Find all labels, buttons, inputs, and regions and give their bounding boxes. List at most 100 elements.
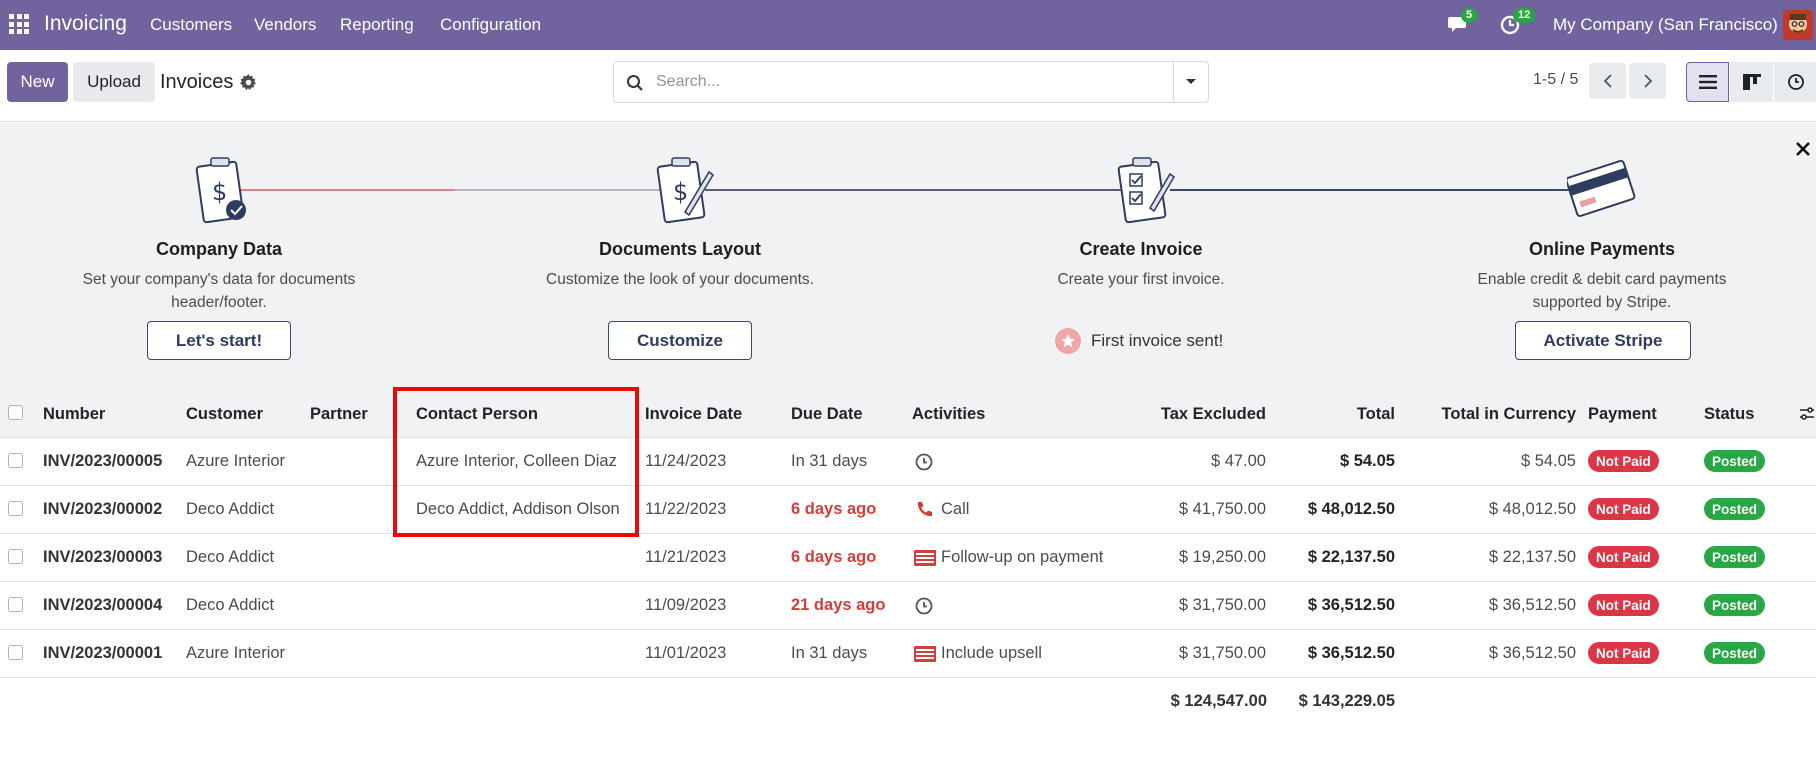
cell-total-in-currency: $ 48,012.50 bbox=[1488, 500, 1576, 518]
menu-vendors[interactable]: Vendors bbox=[254, 15, 316, 35]
app-name[interactable]: Invoicing bbox=[44, 12, 127, 36]
menu-configuration[interactable]: Configuration bbox=[440, 15, 541, 35]
step-description: Set your company's data for documents he… bbox=[82, 271, 356, 311]
clipboard-pen-icon: $ bbox=[655, 150, 725, 230]
menu-reporting[interactable]: Reporting bbox=[340, 15, 414, 35]
col-invoice-date[interactable]: Invoice Date bbox=[645, 405, 742, 424]
select-all-checkbox[interactable] bbox=[8, 405, 23, 420]
table-header: Number Customer Partner Contact Person I… bbox=[0, 390, 1816, 438]
cell-number: INV/2023/00004 bbox=[43, 596, 163, 614]
cell-customer: Azure Interior bbox=[186, 452, 286, 470]
menu-customers[interactable]: Customers bbox=[150, 15, 232, 35]
col-payment[interactable]: Payment bbox=[1588, 405, 1657, 424]
cell-invoice-date: 11/01/2023 bbox=[645, 644, 727, 662]
col-partner[interactable]: Partner bbox=[310, 405, 368, 424]
company-switcher[interactable]: My Company (San Francisco) bbox=[1553, 15, 1778, 35]
row-checkbox[interactable] bbox=[8, 597, 23, 612]
cell-total-in-currency: $ 36,512.50 bbox=[1488, 644, 1576, 662]
caret-down-icon bbox=[1186, 79, 1196, 84]
pager-next-button[interactable] bbox=[1629, 63, 1666, 99]
new-button[interactable]: New bbox=[7, 62, 68, 102]
cell-activity[interactable]: Follow-up on payment bbox=[941, 548, 1103, 567]
cell-contact-person: Deco Addict, Addison Olson bbox=[416, 500, 620, 518]
step-description: Create your first invoice. bbox=[1057, 271, 1225, 288]
search-icon bbox=[626, 74, 644, 92]
step-title: Documents Layout bbox=[598, 239, 762, 259]
col-number[interactable]: Number bbox=[43, 405, 105, 424]
table-totals-row: $ 124,547.00 $ 143,229.05 bbox=[0, 678, 1816, 726]
pager-previous-button[interactable] bbox=[1589, 63, 1626, 99]
table-row[interactable]: INV/2023/00001 Azure Interior 11/01/2023 In… bbox=[0, 630, 1816, 678]
row-checkbox[interactable] bbox=[8, 501, 23, 516]
clock-icon[interactable] bbox=[914, 452, 934, 472]
cell-activity[interactable]: Include upsell bbox=[941, 644, 1042, 663]
clock-icon[interactable] bbox=[914, 596, 934, 616]
row-checkbox[interactable] bbox=[8, 645, 23, 660]
col-total-in-currency[interactable]: Total in Currency bbox=[1442, 405, 1576, 424]
table-row[interactable]: INV/2023/00003 Deco Addict 11/21/2023 6 day… bbox=[0, 534, 1816, 582]
cell-total-in-currency: $ 54.05 bbox=[1520, 452, 1576, 470]
col-contact-person[interactable]: Contact Person bbox=[416, 405, 538, 424]
table-row[interactable]: INV/2023/00005 Azure Interior Azure Interi… bbox=[0, 438, 1816, 486]
messages-icon[interactable]: 5 bbox=[1448, 8, 1478, 37]
step-title: Company Data bbox=[155, 239, 283, 259]
close-icon[interactable] bbox=[1793, 139, 1813, 159]
cell-number: INV/2023/00005 bbox=[43, 452, 163, 470]
cell-due-date: 6 days ago bbox=[791, 548, 877, 566]
col-status[interactable]: Status bbox=[1704, 405, 1754, 424]
cell-tax-excluded: $ 47.00 bbox=[1210, 452, 1266, 470]
activity-view-button[interactable] bbox=[1774, 62, 1816, 102]
phone-icon[interactable] bbox=[914, 500, 934, 520]
cell-due-date: 6 days ago bbox=[791, 500, 877, 518]
upload-button[interactable]: Upload bbox=[73, 62, 155, 102]
table-row[interactable]: INV/2023/00004 Deco Addict 11/09/2023 21 da… bbox=[0, 582, 1816, 630]
cell-invoice-date: 11/22/2023 bbox=[645, 500, 727, 518]
task-list-icon[interactable] bbox=[914, 644, 936, 664]
status-badge: Posted bbox=[1704, 498, 1766, 520]
cell-due-date: In 31 days bbox=[791, 452, 868, 470]
task-list-icon[interactable] bbox=[914, 548, 936, 568]
status-badge: Posted bbox=[1704, 594, 1766, 616]
apps-menu-icon[interactable] bbox=[9, 14, 29, 34]
list-view-button[interactable] bbox=[1686, 62, 1729, 102]
search-options-toggle[interactable] bbox=[1173, 62, 1208, 102]
search-box bbox=[613, 61, 1209, 103]
cell-number: INV/2023/00003 bbox=[43, 548, 163, 566]
clock-icon bbox=[1787, 74, 1804, 90]
activities-clock-icon[interactable]: 12 bbox=[1500, 8, 1536, 37]
cell-total-in-currency: $ 22,137.50 bbox=[1488, 548, 1576, 566]
first-invoice-sent-label: First invoice sent! bbox=[1091, 331, 1224, 350]
row-checkbox[interactable] bbox=[8, 453, 23, 468]
status-badge: Posted bbox=[1704, 450, 1766, 472]
payment-status-badge: Not Paid bbox=[1588, 594, 1659, 616]
customize-button[interactable]: Customize bbox=[608, 321, 752, 360]
column-settings-icon[interactable] bbox=[1798, 405, 1816, 423]
col-tax-excluded[interactable]: Tax Excluded bbox=[1161, 405, 1266, 424]
lets-start-button[interactable]: Let's start! bbox=[147, 321, 291, 360]
kanban-view-button[interactable] bbox=[1730, 62, 1773, 102]
col-activities[interactable]: Activities bbox=[912, 405, 985, 424]
payment-status-badge: Not Paid bbox=[1588, 450, 1659, 472]
col-due-date[interactable]: Due Date bbox=[791, 405, 863, 424]
table-row[interactable]: INV/2023/00002 Deco Addict Deco Addict, Ad… bbox=[0, 486, 1816, 534]
kanban-icon bbox=[1742, 74, 1761, 90]
status-badge: Posted bbox=[1704, 642, 1766, 664]
search-input[interactable] bbox=[656, 70, 1136, 94]
status-badge: Posted bbox=[1704, 546, 1766, 568]
pager-value[interactable]: 1-5 / 5 bbox=[1533, 71, 1578, 89]
cell-number: INV/2023/00002 bbox=[43, 500, 163, 518]
step-title: Online Payments bbox=[1528, 239, 1676, 259]
col-customer[interactable]: Customer bbox=[186, 405, 263, 424]
cell-total: $ 48,012.50 bbox=[1307, 500, 1395, 518]
user-avatar[interactable] bbox=[1783, 10, 1813, 40]
activate-stripe-button[interactable]: Activate Stripe bbox=[1515, 321, 1691, 360]
top-navbar: Invoicing Customers Vendors Reporting Co… bbox=[0, 0, 1816, 50]
progress-line-2 bbox=[455, 189, 665, 191]
cell-customer: Deco Addict bbox=[186, 500, 275, 518]
cell-activity[interactable]: Call bbox=[941, 500, 969, 519]
gear-icon[interactable] bbox=[240, 74, 257, 91]
col-total[interactable]: Total bbox=[1357, 405, 1395, 424]
step-title: Create Invoice bbox=[1079, 239, 1203, 259]
row-checkbox[interactable] bbox=[8, 549, 23, 564]
cell-total: $ 36,512.50 bbox=[1307, 596, 1395, 614]
